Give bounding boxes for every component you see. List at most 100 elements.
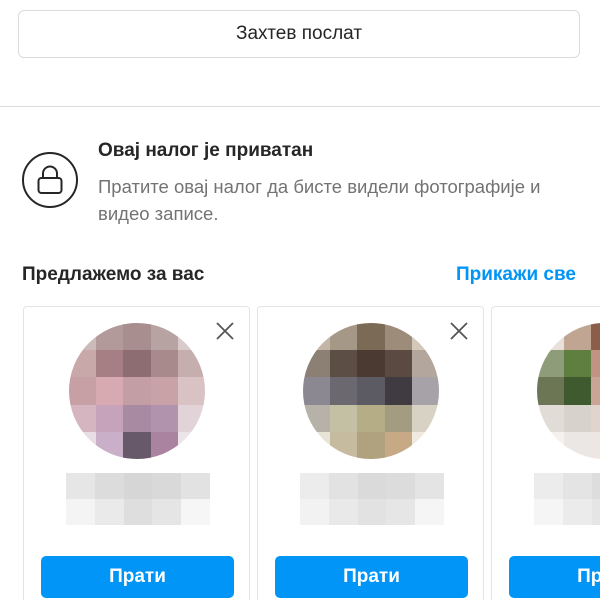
username-pixel xyxy=(534,499,563,525)
username-pixel xyxy=(415,499,444,525)
username-pixel xyxy=(562,473,592,499)
avatar-pixel xyxy=(564,323,592,351)
username-pixel xyxy=(328,473,358,499)
avatar[interactable] xyxy=(303,323,439,459)
lock-icon xyxy=(22,152,78,208)
avatar-pixel xyxy=(69,404,97,432)
avatar-pixel xyxy=(150,404,178,432)
avatar[interactable] xyxy=(69,323,205,459)
username-pixel xyxy=(300,473,329,499)
avatar-pixel xyxy=(564,350,592,378)
suggestion-card: Прати xyxy=(491,306,600,600)
avatar-pixel xyxy=(303,350,331,378)
username-pixel xyxy=(300,499,329,525)
avatar-pixel xyxy=(537,323,565,351)
avatar-pixel xyxy=(177,323,205,351)
avatar-pixel xyxy=(384,431,412,459)
follow-button[interactable]: Прати xyxy=(509,556,600,598)
avatar-pixel xyxy=(123,350,151,378)
profile-page: Захтев послат Овај налог је приватан Пра… xyxy=(0,0,600,600)
avatar-pixel xyxy=(123,431,151,459)
username-pixel xyxy=(152,473,182,499)
request-sent-button[interactable]: Захтев послат xyxy=(18,10,580,58)
private-account-title: Овај налог је приватан xyxy=(98,140,314,161)
avatar-pixel xyxy=(357,377,385,405)
avatar-pixel xyxy=(96,431,124,459)
avatar-pixel xyxy=(330,431,358,459)
avatar-pixel xyxy=(411,404,439,432)
username-pixel xyxy=(415,473,444,499)
avatar-pixel xyxy=(150,323,178,351)
avatar-pixel xyxy=(123,323,151,351)
avatar-pixel xyxy=(411,431,439,459)
suggestion-card: Прати xyxy=(257,306,484,600)
suggestion-card: Прати xyxy=(23,306,250,600)
avatar-pixel xyxy=(330,323,358,351)
section-divider xyxy=(0,106,600,107)
suggestion-cards: Прати Прати Прати xyxy=(23,306,600,600)
avatar-pixel xyxy=(537,377,565,405)
username-pixel xyxy=(94,499,124,525)
avatar[interactable] xyxy=(537,323,600,459)
username-pixel xyxy=(386,499,416,525)
avatar-pixel xyxy=(177,404,205,432)
suggestions-title: Предлажемо за вас xyxy=(22,264,205,285)
avatar-pixel xyxy=(357,323,385,351)
avatar-pixel xyxy=(150,350,178,378)
username-blurred xyxy=(300,473,444,525)
avatar-pixel xyxy=(564,377,592,405)
username-pixel xyxy=(591,499,600,525)
close-icon[interactable] xyxy=(447,319,471,343)
avatar-pixel xyxy=(303,404,331,432)
avatar-pixel xyxy=(69,377,97,405)
username-pixel xyxy=(534,473,563,499)
see-all-link[interactable]: Прикажи све xyxy=(456,264,576,286)
follow-label: Прати xyxy=(109,566,166,587)
avatar-pixel xyxy=(330,404,358,432)
avatar-pixel xyxy=(591,323,600,351)
avatar-pixel xyxy=(96,350,124,378)
avatar-pixel xyxy=(303,431,331,459)
username-pixel xyxy=(66,499,95,525)
username-pixel xyxy=(94,473,124,499)
avatar-pixel xyxy=(330,377,358,405)
avatar-pixel xyxy=(330,350,358,378)
username-pixel xyxy=(357,473,387,499)
avatar-pixel xyxy=(69,350,97,378)
avatar-pixel xyxy=(591,404,600,432)
username-pixel xyxy=(357,499,387,525)
avatar-pixel xyxy=(411,323,439,351)
username-pixel xyxy=(123,473,153,499)
username-pixel xyxy=(562,499,592,525)
avatar-pixel xyxy=(303,323,331,351)
username-blurred xyxy=(66,473,210,525)
avatar-pixel xyxy=(96,323,124,351)
avatar-pixel xyxy=(357,350,385,378)
follow-label: Прати xyxy=(577,566,600,587)
avatar-pixel xyxy=(69,431,97,459)
avatar-pixel xyxy=(411,350,439,378)
avatar-pixel xyxy=(411,377,439,405)
avatar-pixel xyxy=(357,404,385,432)
avatar-pixel xyxy=(177,350,205,378)
close-icon[interactable] xyxy=(213,319,237,343)
avatar-pixel xyxy=(564,431,592,459)
avatar-pixel xyxy=(96,377,124,405)
username-pixel xyxy=(386,473,416,499)
avatar-pixel xyxy=(177,431,205,459)
avatar-pixel xyxy=(357,431,385,459)
username-pixel xyxy=(328,499,358,525)
avatar-pixel xyxy=(150,377,178,405)
username-pixel xyxy=(591,473,600,499)
private-account-description: Пратите овај налог да бисте видели фотог… xyxy=(98,176,541,224)
avatar-pixel xyxy=(591,377,600,405)
avatar-pixel xyxy=(537,404,565,432)
avatar-pixel xyxy=(384,377,412,405)
follow-button[interactable]: Прати xyxy=(275,556,468,598)
username-pixel xyxy=(181,499,210,525)
follow-button[interactable]: Прати xyxy=(41,556,234,598)
request-sent-label: Захтев послат xyxy=(235,23,363,44)
avatar-pixel xyxy=(150,431,178,459)
avatar-pixel xyxy=(384,404,412,432)
avatar-pixel xyxy=(69,323,97,351)
